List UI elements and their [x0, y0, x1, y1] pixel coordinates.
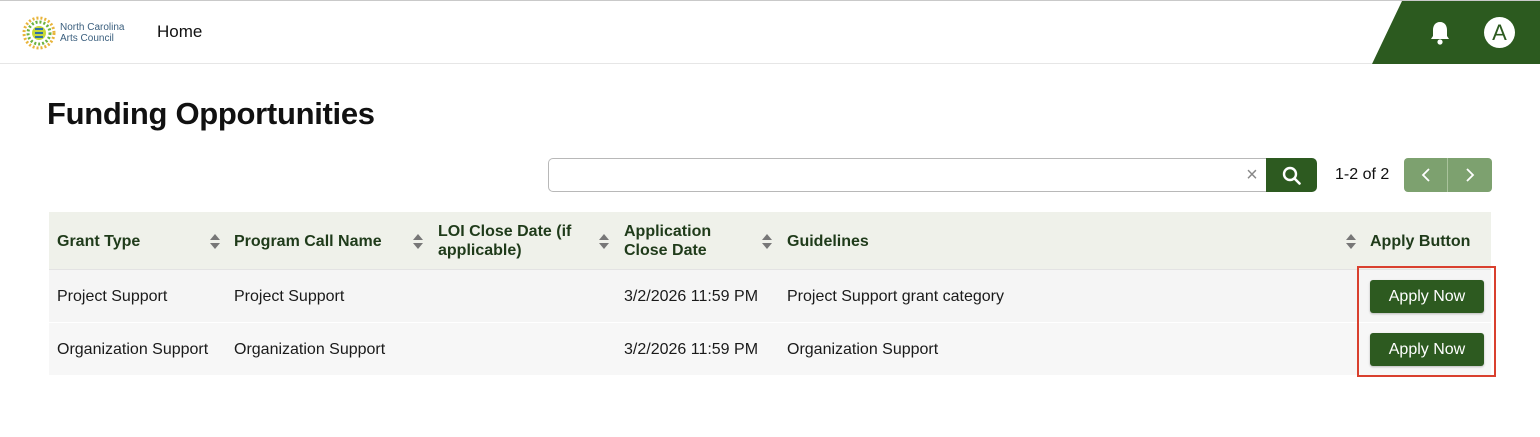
program-call-name-cell: Project Support: [234, 287, 345, 305]
table-row: Project Support Project Support 3/2/2026…: [49, 270, 1491, 323]
page-title: Funding Opportunities: [47, 96, 375, 131]
sort-icon[interactable]: [412, 233, 424, 250]
guidelines-cell: Organization Support: [787, 340, 939, 358]
sort-icon[interactable]: [598, 233, 610, 250]
logo-line-2: Arts Council: [60, 33, 114, 44]
sort-icon[interactable]: [761, 233, 773, 250]
search-icon: [1282, 166, 1301, 185]
next-page-button[interactable]: [1448, 158, 1492, 192]
top-bar: North Carolina Arts Council Home A: [0, 0, 1540, 64]
pagination-controls: [1404, 158, 1492, 192]
table-row: Organization Support Organization Suppor…: [49, 323, 1491, 376]
search-input[interactable]: [548, 158, 1268, 192]
chevron-left-icon: [1421, 168, 1430, 182]
sort-icon[interactable]: [1345, 233, 1357, 250]
home-link[interactable]: Home: [157, 22, 202, 42]
logo-line-1: North Carolina: [60, 22, 125, 33]
bell-icon[interactable]: [1428, 20, 1452, 46]
search-bar: ×: [548, 158, 1317, 192]
program-call-name-cell: Organization Support: [234, 340, 386, 358]
column-header-program-call-name[interactable]: Program Call Name: [234, 212, 404, 270]
column-header-apply-button: Apply Button: [1370, 232, 1471, 250]
clear-search-icon[interactable]: ×: [1242, 164, 1262, 186]
column-header-application-close-date[interactable]: Application Close Date: [624, 212, 734, 270]
sort-icon[interactable]: [209, 233, 221, 250]
table-header-row: Grant Type Program Call Name LOI Close D…: [49, 212, 1491, 270]
application-close-date-cell: 3/2/2026 11:59 PM: [624, 340, 759, 358]
logo-text: North Carolina Arts Council: [60, 22, 124, 44]
funding-opportunities-table: Grant Type Program Call Name LOI Close D…: [49, 212, 1491, 376]
header-actions: A: [1372, 1, 1540, 64]
apply-buttons-highlight-box: [1357, 266, 1496, 377]
nc-arts-council-logo[interactable]: North Carolina Arts Council: [22, 15, 142, 51]
grant-type-cell: Project Support: [57, 287, 168, 305]
column-header-grant-type[interactable]: Grant Type: [57, 212, 207, 270]
column-header-guidelines[interactable]: Guidelines: [787, 212, 987, 270]
guidelines-cell: Project Support grant category: [787, 287, 1005, 305]
chevron-right-icon: [1466, 168, 1475, 182]
pagination-count: 1-2 of 2: [1335, 166, 1390, 183]
user-avatar[interactable]: A: [1484, 17, 1515, 48]
application-close-date-cell: 3/2/2026 11:59 PM: [624, 287, 759, 305]
previous-page-button[interactable]: [1404, 158, 1448, 192]
column-header-loi-close-date[interactable]: LOI Close Date (if applicable): [438, 212, 588, 270]
search-button[interactable]: [1266, 158, 1317, 192]
grant-type-cell: Organization Support: [57, 340, 209, 358]
arts-council-logo-mark-icon: [22, 16, 56, 50]
